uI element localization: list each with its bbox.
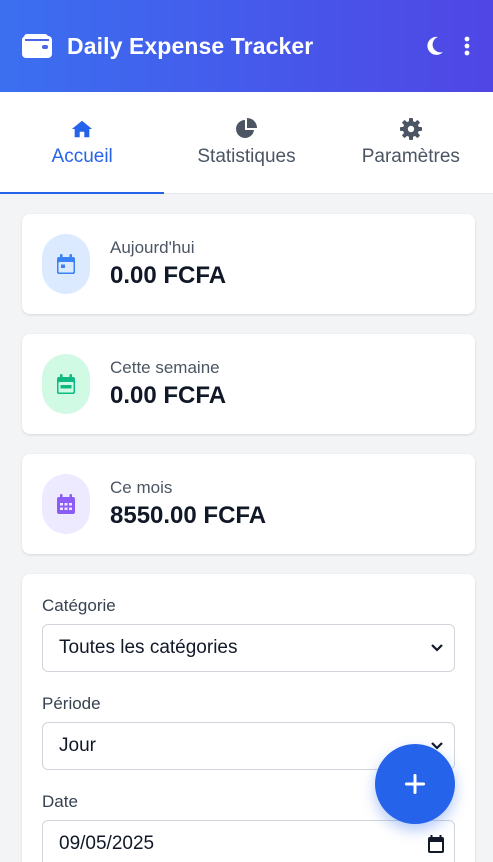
app-title: Daily Expense Tracker: [67, 32, 314, 59]
add-expense-button[interactable]: [375, 744, 455, 824]
gear-icon: [399, 117, 422, 140]
tab-bar: Accueil Statistiques Paramètres: [0, 92, 493, 194]
period-select-value: Jour: [59, 735, 96, 756]
home-icon: [71, 118, 93, 140]
chevron-down-icon: [430, 643, 444, 653]
plus-icon: [403, 772, 427, 796]
tab-label: Statistiques: [197, 145, 296, 167]
wallet-icon: [22, 34, 52, 58]
stat-card-week: Cette semaine 0.00 FCFA: [22, 334, 475, 434]
category-label: Catégorie: [42, 596, 116, 615]
tab-settings[interactable]: Paramètres: [329, 92, 493, 193]
stat-value: 8550.00 FCFA: [110, 502, 267, 529]
tab-label: Paramètres: [361, 145, 460, 167]
stat-card-month: Ce mois 8550.00 FCFA: [22, 454, 475, 554]
calendar-icon[interactable]: [428, 835, 444, 853]
stat-value: 0.00 FCFA: [110, 382, 227, 409]
stat-value: 0.00 FCFA: [110, 262, 227, 289]
tab-home[interactable]: Accueil: [0, 92, 165, 194]
calendar-month-icon: [42, 474, 90, 534]
pie-chart-icon: [235, 117, 258, 140]
stat-card-today: Aujourd'hui 0.00 FCFA: [22, 214, 475, 314]
calendar-week-icon: [42, 354, 90, 414]
period-label: Période: [42, 694, 101, 713]
category-select-value: Toutes les catégories: [59, 637, 238, 658]
moon-icon[interactable]: [425, 36, 445, 56]
stat-label: Ce mois: [110, 478, 173, 497]
more-vertical-icon[interactable]: [463, 36, 471, 56]
stat-label: Cette semaine: [110, 358, 220, 377]
category-select[interactable]: Toutes les catégories: [42, 624, 455, 672]
stat-label: Aujourd'hui: [110, 238, 195, 257]
calendar-day-icon: [42, 234, 90, 294]
tab-label: Accueil: [51, 145, 113, 167]
tab-statistics[interactable]: Statistiques: [164, 92, 328, 193]
date-input[interactable]: 09/05/2025: [42, 820, 455, 862]
date-input-value: 09/05/2025: [59, 833, 155, 854]
app-header: Daily Expense Tracker: [0, 0, 493, 92]
